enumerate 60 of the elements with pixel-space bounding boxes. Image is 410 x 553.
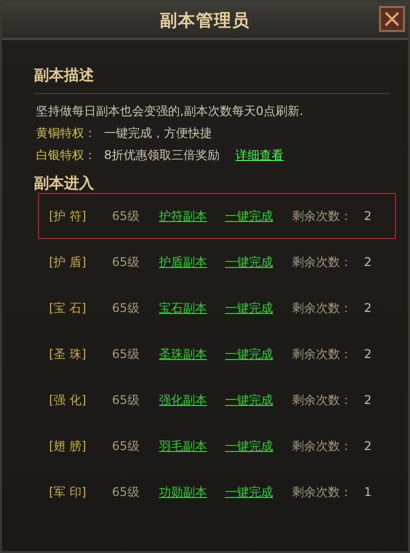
- description-text: 坚持做每日副本也会变强的,副本次数每天0点刷新.: [36, 103, 304, 120]
- dungeon-link[interactable]: 圣珠副本: [159, 346, 225, 362]
- remaining-label: 剩余次数：: [292, 208, 353, 224]
- privilege-label: 黄铜特权：: [36, 125, 97, 142]
- dungeon-type: [护 盾]: [49, 254, 88, 270]
- level-requirement: 65级: [112, 208, 140, 224]
- dungeon-type: [强 化]: [49, 392, 88, 408]
- section-heading: 副本描述: [34, 66, 95, 85]
- dungeon-link[interactable]: 护盾副本: [159, 254, 225, 270]
- remaining-count: 2: [364, 347, 372, 361]
- dungeon-link[interactable]: 功勋副本: [159, 484, 225, 500]
- dungeon-type: [军 印]: [49, 484, 88, 500]
- dungeon-row[interactable]: [护 盾] 65级 护盾副本 一键完成 剩余次数： 2: [38, 239, 396, 285]
- dungeon-row[interactable]: [军 印] 65级 功勋副本 一键完成 剩余次数： 1: [38, 469, 396, 515]
- close-button[interactable]: [379, 6, 405, 32]
- window-title: 副本管理员: [160, 10, 250, 32]
- quick-complete-link[interactable]: 一键完成: [225, 346, 292, 362]
- dungeon-link[interactable]: 强化副本: [159, 392, 225, 408]
- remaining-count: 2: [364, 255, 372, 269]
- remaining-label: 剩余次数：: [292, 392, 353, 408]
- level-requirement: 65级: [112, 300, 140, 316]
- close-icon: [383, 10, 401, 28]
- quick-complete-link[interactable]: 一键完成: [225, 208, 292, 224]
- remaining-count: 2: [364, 439, 372, 453]
- privilege-label: 白银特权：: [36, 147, 97, 164]
- dungeon-row[interactable]: [圣 珠] 65级 圣珠副本 一键完成 剩余次数： 2: [38, 331, 396, 377]
- privilege-text: 8折优惠领取三倍奖励: [104, 147, 220, 164]
- remaining-label: 剩余次数：: [292, 254, 353, 270]
- dungeon-type: [圣 珠]: [49, 346, 88, 362]
- quick-complete-link[interactable]: 一键完成: [225, 392, 292, 408]
- dungeon-link[interactable]: 羽毛副本: [159, 438, 225, 454]
- remaining-count: 1: [364, 485, 372, 499]
- privilege-text: 一键完成，方便快捷: [104, 125, 212, 142]
- level-requirement: 65级: [112, 438, 140, 454]
- dungeon-type: [宝 石]: [49, 300, 88, 316]
- level-requirement: 65级: [112, 484, 140, 500]
- dungeon-link[interactable]: 护符副本: [159, 208, 225, 224]
- remaining-count: 2: [364, 301, 372, 315]
- details-link[interactable]: 详细查看: [236, 144, 284, 166]
- dungeon-row[interactable]: [护 符] 65级 护符副本 一键完成 剩余次数： 2: [38, 193, 396, 239]
- remaining-label: 剩余次数：: [292, 300, 353, 316]
- quick-complete-link[interactable]: 一键完成: [225, 484, 292, 500]
- level-requirement: 65级: [112, 254, 140, 270]
- dungeon-type: [护 符]: [49, 208, 88, 224]
- quick-complete-link[interactable]: 一键完成: [225, 300, 292, 316]
- remaining-label: 剩余次数：: [292, 484, 353, 500]
- dungeon-row[interactable]: [翅 膀] 65级 羽毛副本 一键完成 剩余次数： 2: [38, 423, 396, 469]
- quick-complete-link[interactable]: 一键完成: [225, 254, 292, 270]
- remaining-count: 2: [364, 209, 372, 223]
- quick-complete-link[interactable]: 一键完成: [225, 438, 292, 454]
- dungeon-row[interactable]: [宝 石] 65级 宝石副本 一键完成 剩余次数： 2: [38, 285, 396, 331]
- dungeon-link[interactable]: 宝石副本: [159, 300, 225, 316]
- level-requirement: 65级: [112, 346, 140, 362]
- remaining-label: 剩余次数：: [292, 438, 353, 454]
- dungeon-row[interactable]: [强 化] 65级 强化副本 一键完成 剩余次数： 2: [38, 377, 396, 423]
- section-heading: 副本进入: [34, 174, 95, 193]
- level-requirement: 65级: [112, 392, 140, 408]
- dungeon-type: [翅 膀]: [49, 438, 88, 454]
- remaining-count: 2: [364, 393, 372, 407]
- remaining-label: 剩余次数：: [292, 346, 353, 362]
